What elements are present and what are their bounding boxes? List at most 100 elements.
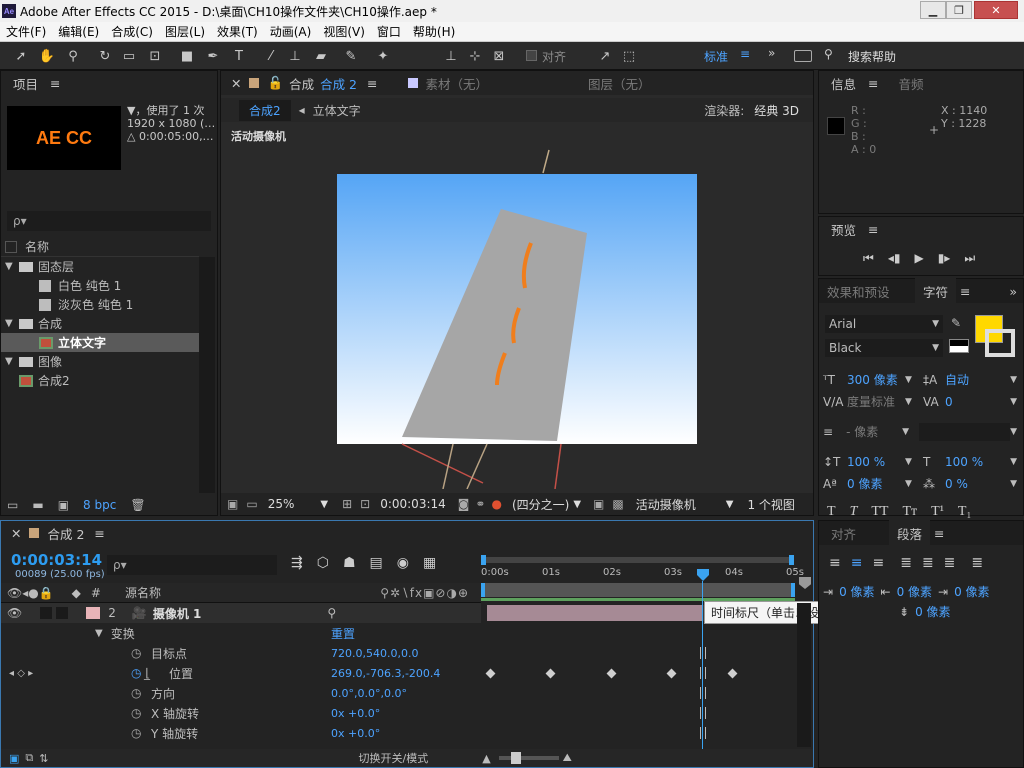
property-row[interactable]: ◷ 方向 0.0°,0.0°,0.0°	[1, 683, 481, 703]
pan-behind-tool-icon[interactable]: ⊡	[146, 47, 164, 65]
font-style-dropdown[interactable]: Black ▼	[825, 339, 943, 357]
info-tab[interactable]: 信息	[831, 74, 856, 93]
expand-arrow-icon[interactable]: ▼	[5, 261, 13, 272]
shy-layers-icon[interactable]: ☗	[343, 555, 356, 571]
interpret-footage-icon[interactable]: ▭	[7, 498, 18, 512]
horizontal-scale-value[interactable]: 100 %	[945, 451, 983, 473]
comp-tab-name[interactable]: 合成 2	[320, 74, 357, 93]
property-row[interactable]: ◂ ◇ ▸ ◷ ⌊̲ 位置 269.0,-706.3,-200.4	[1, 663, 481, 683]
breadcrumb-comp2[interactable]: 合成2	[239, 99, 291, 121]
effects-presets-tab[interactable]: 效果和预设	[819, 282, 915, 301]
zoom-tool-icon[interactable]: ⚲	[64, 47, 82, 65]
align-left-icon[interactable]: ≡	[829, 555, 841, 571]
property-row[interactable]: ◷ Y 轴旋转 0x +0.0°	[1, 723, 481, 743]
transform-group-row[interactable]: ▼ 变换 重置	[1, 623, 481, 643]
stopwatch-icon[interactable]: ◷	[131, 646, 141, 660]
stopwatch-icon[interactable]: ◷	[131, 706, 141, 720]
timeline-menu-icon[interactable]: ≡	[94, 526, 104, 541]
always-preview-icon[interactable]: ▣	[227, 497, 238, 511]
character-menu-icon[interactable]: ≡	[960, 284, 970, 299]
font-family-dropdown[interactable]: Arial ▼	[825, 315, 943, 333]
space-after-value[interactable]: 0 像素	[915, 603, 950, 620]
layer-row[interactable]: 👁 2 🎥 摄像机 1 ⚲	[1, 603, 481, 623]
menu-effect[interactable]: 效果(T)	[211, 23, 264, 40]
panel-menu-icon[interactable]: ≡	[50, 76, 60, 91]
eyedropper-icon[interactable]: ✎	[951, 316, 961, 330]
puppet-tool-icon[interactable]: ✦	[374, 47, 392, 65]
toggle-switches-modes[interactable]: 切换开关/模式	[358, 750, 428, 766]
lock-icon[interactable]: 🔓	[267, 75, 283, 91]
selection-tool-icon[interactable]: ➚	[12, 47, 30, 65]
snap-option-icon[interactable]: ↗	[596, 47, 614, 65]
property-value[interactable]: 269.0,-706.3,-200.4	[331, 667, 440, 680]
property-value[interactable]: 0.0°,0.0°,0.0°	[331, 687, 407, 700]
menu-file[interactable]: 文件(F)	[0, 23, 52, 40]
keyframe-icon[interactable]	[485, 668, 496, 679]
transparency-grid-icon[interactable]: ⊡	[360, 497, 370, 511]
timeline-tab[interactable]: 合成 2	[47, 524, 84, 543]
property-row[interactable]: ◷ X 轴旋转 0x +0.0°	[1, 703, 481, 723]
clone-stamp-tool-icon[interactable]: ⊥	[286, 47, 304, 65]
keyframe-icon[interactable]	[606, 668, 617, 679]
menu-composition[interactable]: 合成(C)	[105, 23, 159, 40]
comp-tab-label[interactable]: 合成	[289, 74, 314, 93]
new-folder-icon[interactable]: ▬	[32, 498, 43, 512]
play-icon[interactable]: ▶	[914, 251, 923, 266]
stopwatch-icon[interactable]: ◷	[131, 726, 141, 740]
layer-switch-icon[interactable]: ⚲	[327, 606, 336, 620]
justify-right-icon[interactable]: ≣	[944, 555, 956, 571]
project-item[interactable]: ▼ 合成	[1, 314, 199, 333]
reset-link[interactable]: 重置	[331, 625, 355, 642]
tsume-value[interactable]: 0 %	[945, 473, 968, 495]
info-menu-icon[interactable]: ≡	[868, 76, 878, 91]
visibility-icon[interactable]: 👁	[7, 606, 22, 620]
hand-tool-icon[interactable]: ✋	[38, 47, 56, 65]
menu-help[interactable]: 帮助(H)	[407, 23, 461, 40]
project-item[interactable]: 淡灰色 纯色 1	[1, 295, 199, 314]
roto-brush-tool-icon[interactable]: ✎	[342, 47, 360, 65]
character-tab[interactable]: 字符	[915, 277, 957, 305]
zoom-dropdown[interactable]: 25%	[268, 497, 295, 511]
keyframe-icon[interactable]	[545, 668, 556, 679]
layer-duration-bar[interactable]	[487, 605, 703, 621]
search-help-input[interactable]: 搜索帮助	[848, 48, 896, 65]
layer-label-color[interactable]	[86, 607, 101, 619]
comp-marker-bin-icon[interactable]	[799, 577, 811, 589]
timeline-search-input[interactable]: ρ▾	[107, 555, 277, 575]
tracking-value[interactable]: 0	[945, 391, 953, 413]
bpc-button[interactable]: 8 bpc	[83, 498, 116, 512]
last-frame-icon[interactable]: ⏭	[964, 251, 975, 266]
channel-icon[interactable]: ●	[491, 497, 501, 511]
graph-editor-icon[interactable]: ▦	[423, 555, 436, 571]
menu-layer[interactable]: 图层(L)	[159, 23, 211, 40]
first-frame-icon[interactable]: ⏮	[863, 251, 874, 266]
renderer-value[interactable]: 经典 3D	[754, 102, 799, 119]
expand-arrow-icon[interactable]: ▼	[5, 318, 13, 329]
comp-panel-menu-icon[interactable]: ≡	[367, 76, 377, 91]
project-search-input[interactable]: ρ▾	[7, 211, 211, 231]
minimize-button[interactable]: ▁	[920, 1, 946, 19]
project-item[interactable]: 立体文字	[1, 333, 199, 352]
expand-arrow-icon[interactable]: ▼	[5, 356, 13, 367]
align-tab[interactable]: 对齐	[819, 524, 889, 543]
kerning-value[interactable]: 度量标准	[847, 391, 905, 413]
stopwatch-icon[interactable]: ◷	[131, 686, 141, 700]
view-axis-icon[interactable]: ⊠	[490, 47, 508, 65]
monitor-icon[interactable]: ▭	[246, 497, 257, 511]
snap-grid-icon[interactable]: ⬚	[620, 47, 638, 65]
indent-left-value[interactable]: 0 像素	[839, 583, 874, 600]
close-button[interactable]: ✕	[974, 1, 1018, 19]
zoom-in-icon[interactable]: ⛰	[563, 751, 572, 765]
justify-all-icon[interactable]: ≣	[971, 555, 983, 571]
rectangle-tool-icon[interactable]: ■	[178, 47, 196, 65]
workspace-label[interactable]: 标准	[704, 48, 728, 65]
world-axis-icon[interactable]: ⊹	[466, 47, 484, 65]
project-scrollbar[interactable]	[199, 257, 215, 493]
camera-view-dropdown[interactable]: 活动摄像机	[636, 496, 696, 513]
brush-tool-icon[interactable]: ⁄	[262, 47, 280, 65]
camera-tool-icon[interactable]: ▭	[120, 47, 138, 65]
keyframe-nav-icon[interactable]: ◂ ◇ ▸	[9, 668, 33, 679]
property-value[interactable]: 720.0,540.0,0.0	[331, 647, 418, 660]
close-timeline-tab-icon[interactable]: ✕	[11, 526, 21, 541]
justify-center-icon[interactable]: ≣	[922, 555, 934, 571]
